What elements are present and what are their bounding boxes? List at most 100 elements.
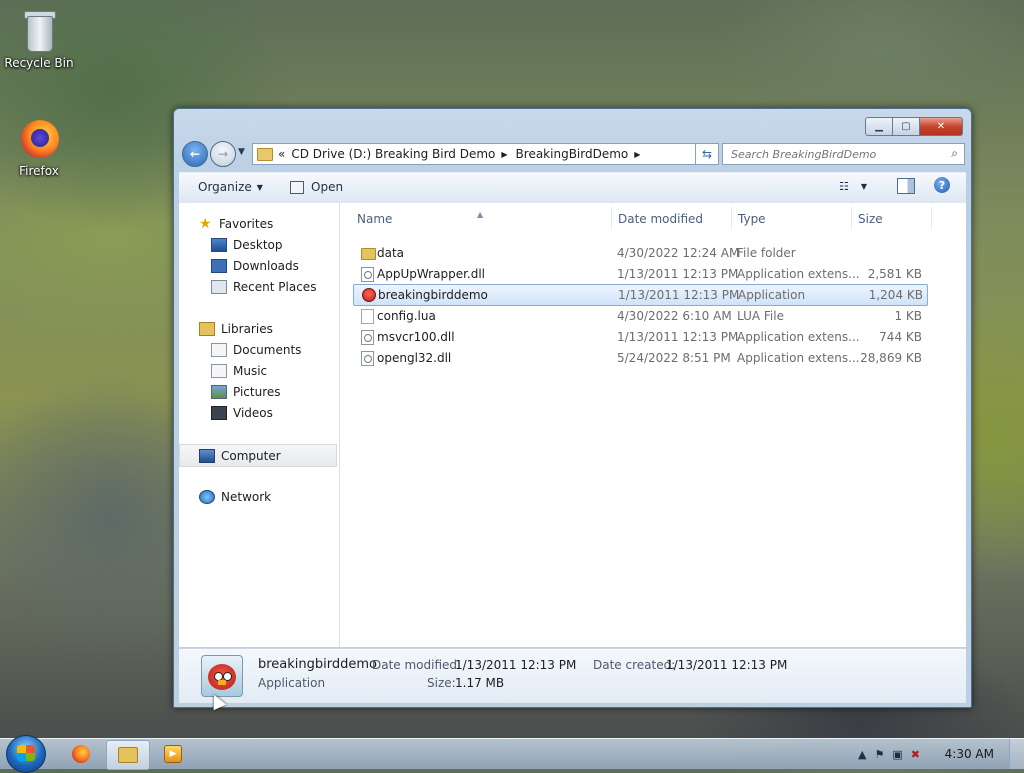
nav-label: Libraries [221,321,273,336]
navigation-bar: ← → ▼ « CD Drive (D:) Breaking Bird Demo… [182,141,965,167]
folder-icon [257,147,273,161]
taskbar-media-player[interactable]: ▶ [152,740,194,768]
network-status-icon[interactable]: ▣ [892,748,902,761]
nav-libraries[interactable]: Libraries [179,318,339,339]
file-name: config.lua [377,309,436,323]
clock[interactable]: 4:30 AM [945,747,994,761]
command-bar: Organize ▼ Open ☷ ▼ ? [179,172,966,204]
network-group: Network [179,486,339,507]
search-input[interactable] [729,146,943,162]
breadcrumb-overflow[interactable]: « [278,147,285,161]
show-desktop-button[interactable] [1009,739,1024,769]
preview-pane-button[interactable] [897,178,915,194]
file-type: Application [738,288,806,302]
search-icon[interactable]: ⌕ [951,146,958,161]
desktop-icon-firefox[interactable]: Firefox [1,116,77,178]
notification-area: ▲ ⚑ ▣ ✖ [858,739,928,769]
dll-file-icon [361,351,374,366]
nav-label: Computer [221,448,281,463]
file-name: data [377,246,405,260]
details-modified-value: 1/13/2011 12:13 PM [455,658,577,672]
nav-pictures[interactable]: Pictures [179,381,339,402]
nav-videos[interactable]: Videos [179,402,339,423]
column-label: Size [858,212,883,226]
details-pane: breakingbirddemo Application Date modifi… [179,648,966,703]
refresh-button[interactable]: ⇆ [695,143,719,165]
nav-computer[interactable]: Computer [179,444,337,467]
close-button[interactable]: ✕ [920,117,963,136]
forward-button[interactable]: → [210,141,236,167]
search-box[interactable]: ⌕ [722,143,965,165]
column-header-size[interactable]: Size [858,210,883,228]
breadcrumb-breakingbirddemo[interactable]: BreakingBirdDemo [516,147,629,161]
taskbar: ▶ ▲ ⚑ ▣ ✖ 4:30 AM [0,735,1024,773]
column-header-name[interactable]: Name ▲ [357,210,483,228]
recent-pages-dropdown[interactable]: ▼ [238,147,245,157]
file-row-opengl32[interactable]: opengl32.dll 5/24/2022 8:51 PM Applicati… [353,348,926,368]
taskbar-firefox[interactable] [60,740,102,768]
nav-downloads[interactable]: Downloads [179,255,339,276]
firefox-icon [19,116,59,160]
column-divider[interactable] [851,207,852,229]
navigation-pane: ★ Favorites Desktop Downloads Recent Pla… [179,203,340,647]
volume-muted-icon[interactable]: ✖ [911,748,920,761]
file-size: 28,869 KB [860,351,922,365]
help-button[interactable]: ? [934,177,950,193]
change-view-button[interactable]: ☷ ▼ [839,180,867,193]
details-size-value: 1.17 MB [455,676,505,690]
chevron-down-icon: ▼ [860,182,868,191]
open-button[interactable]: Open [290,180,343,194]
file-row-breakingbirddemo[interactable]: breakingbirddemo 1/13/2011 12:13 PM Appl… [353,284,928,306]
maximize-button[interactable]: ▢ [893,117,920,136]
nav-desktop[interactable]: Desktop [179,234,339,255]
column-header-type[interactable]: Type [738,210,766,228]
column-divider[interactable] [611,207,612,229]
organize-button[interactable]: Organize ▼ [198,180,263,194]
back-button[interactable]: ← [182,141,208,167]
taskbar-explorer[interactable] [106,740,150,770]
column-divider[interactable] [931,207,932,229]
breadcrumb-chevron-icon[interactable]: ▶ [501,150,507,159]
music-icon [211,363,227,378]
nav-favorites[interactable]: ★ Favorites [179,213,339,234]
minimize-button[interactable]: ▁ [865,117,893,136]
file-row-msvcr100[interactable]: msvcr100.dll 1/13/2011 12:13 PM Applicat… [353,327,926,347]
nav-label: Desktop [233,237,283,252]
windows-logo-icon [17,745,35,761]
address-bar[interactable]: « CD Drive (D:) Breaking Bird Demo ▶ Bre… [252,143,719,165]
arrow-right-icon: → [217,147,229,161]
file-date: 4/30/2022 12:24 AM [617,246,740,260]
file-row-config-lua[interactable]: config.lua 4/30/2022 6:10 AM LUA File 1 … [353,306,926,326]
details-created-label: Date created: [593,658,676,672]
favorites-group: ★ Favorites Desktop Downloads Recent Pla… [179,213,339,297]
details-file-name: breakingbirddemo [258,657,378,672]
file-row-appupwrapper[interactable]: AppUpWrapper.dll 1/13/2011 12:13 PM Appl… [353,264,926,284]
file-name: msvcr100.dll [377,330,455,344]
desktop-icon-recycle-bin[interactable]: Recycle Bin [1,8,77,70]
star-icon: ★ [199,215,212,232]
nav-music[interactable]: Music [179,360,339,381]
show-hidden-icons-icon[interactable]: ▲ [858,748,866,761]
breadcrumb-cd-drive[interactable]: CD Drive (D:) Breaking Bird Demo [291,147,495,161]
nav-recent-places[interactable]: Recent Places [179,276,339,297]
media-player-icon: ▶ [164,745,182,763]
nav-documents[interactable]: Documents [179,339,339,360]
nav-label: Documents [233,342,302,357]
file-size: 1,204 KB [868,288,923,302]
help-icon: ? [938,178,946,192]
file-name: AppUpWrapper.dll [377,267,486,281]
start-button[interactable] [6,735,46,773]
file-type: Application extens... [737,330,860,344]
nav-network[interactable]: Network [179,486,339,507]
details-modified-label: Date modified: [372,658,462,672]
app-icon [362,288,376,302]
file-type: File folder [737,246,796,260]
column-label: Date modified [618,212,704,226]
breadcrumb-chevron-icon[interactable]: ▶ [634,150,640,159]
file-row-data[interactable]: data 4/30/2022 12:24 AM File folder [353,243,926,263]
column-divider[interactable] [731,207,732,229]
open-label: Open [311,180,344,194]
content-area: ★ Favorites Desktop Downloads Recent Pla… [179,203,966,647]
column-header-date-modified[interactable]: Date modified [618,210,703,228]
action-center-flag-icon[interactable]: ⚑ [875,748,885,761]
